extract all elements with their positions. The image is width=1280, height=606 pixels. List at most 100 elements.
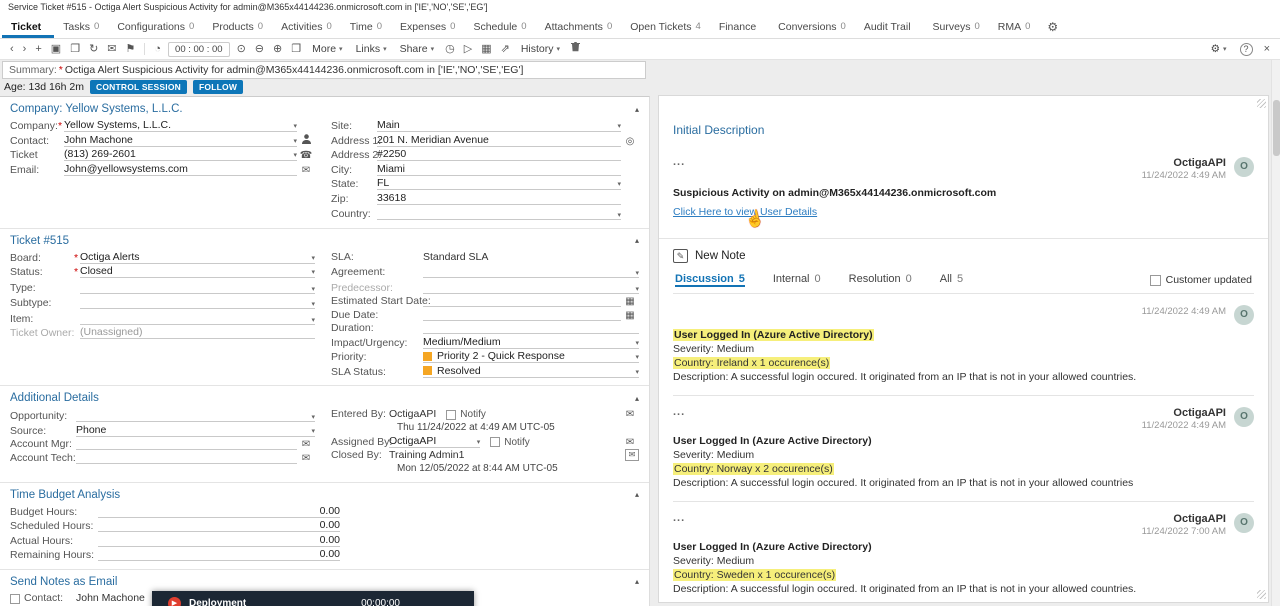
account-tech-input[interactable]	[76, 452, 297, 464]
copy-icon[interactable]: ❐	[287, 40, 305, 58]
links-dropdown[interactable]: Links▾	[350, 43, 393, 55]
follow-button[interactable]: FOLLOW	[193, 80, 243, 94]
close-icon[interactable]: ×	[1260, 40, 1274, 58]
address2-input[interactable]: #2250	[377, 148, 621, 161]
flag-icon[interactable]: ⚑	[122, 40, 140, 58]
site-select[interactable]: Main▾	[377, 119, 621, 132]
contact-select[interactable]: John Machone▾	[64, 134, 297, 147]
collapse-icon[interactable]: ▴	[635, 394, 639, 403]
item-select[interactable]: ▾	[80, 311, 315, 325]
timer-add-icon[interactable]: ⊕	[269, 40, 286, 58]
tab-conversions[interactable]: Conversions0	[769, 15, 855, 38]
source-select[interactable]: Phone▾	[76, 424, 315, 437]
more-dropdown[interactable]: More▾	[306, 43, 348, 55]
share-dropdown[interactable]: Share▾	[394, 43, 441, 55]
calendar-icon[interactable]: ▦	[621, 296, 639, 307]
envelope-icon[interactable]: ✉	[621, 409, 639, 420]
predecessor-select[interactable]: ▾	[423, 280, 639, 294]
tab-audit-trail[interactable]: Audit Trail	[855, 15, 924, 38]
collapse-icon[interactable]: ▴	[635, 577, 639, 586]
assigned-by-select[interactable]: OctigaAPI▾	[389, 435, 480, 448]
board-select[interactable]: Octiga Alerts▾	[80, 251, 315, 264]
note-menu[interactable]: ...	[673, 407, 685, 417]
calendar-icon[interactable]: ▦	[621, 310, 639, 321]
tab-products[interactable]: Products0	[203, 15, 272, 38]
forward-icon[interactable]: ›	[19, 40, 31, 58]
ticket-owner-input[interactable]: (Unassigned)	[80, 326, 315, 339]
collapse-icon[interactable]: ▴	[635, 105, 639, 114]
export-icon[interactable]: ⇗	[497, 40, 514, 58]
tab-expenses[interactable]: Expenses0	[391, 15, 464, 38]
priority-select[interactable]: Priority 2 - Quick Response▾	[423, 350, 639, 363]
envelope-boxed-icon[interactable]: ✉	[625, 449, 639, 461]
calendar-icon[interactable]: ▦	[477, 40, 495, 58]
add-icon[interactable]: +	[31, 40, 45, 58]
tab-settings-gear-icon[interactable]: ⚙	[1039, 15, 1066, 38]
opportunity-select[interactable]: ▾	[76, 408, 315, 422]
tab-open-tickets[interactable]: Open Tickets4	[621, 15, 710, 38]
timer-pause-icon[interactable]: ⊖	[251, 40, 268, 58]
address1-input[interactable]: 201 N. Meridian Avenue	[377, 134, 621, 147]
tab-all[interactable]: All5	[940, 273, 963, 287]
tab-ticket[interactable]: Ticket	[2, 15, 54, 38]
map-target-icon[interactable]: ◎	[621, 136, 639, 147]
entered-notify-checkbox[interactable]: Notify	[446, 409, 486, 420]
video-icon[interactable]: ▷	[460, 40, 476, 58]
type-select[interactable]: ▾	[80, 280, 315, 294]
assigned-notify-checkbox[interactable]: Notify	[490, 437, 530, 448]
deployment-timer-toast[interactable]: ▶ Deployment 00:00:00	[152, 591, 474, 606]
tab-finance[interactable]: Finance	[710, 15, 769, 38]
email-icon[interactable]: ✉	[103, 40, 120, 58]
sla-status-select[interactable]: Resolved▾	[423, 365, 639, 378]
state-select[interactable]: FL▾	[377, 177, 621, 190]
impact-urgency-select[interactable]: Medium/Medium▾	[423, 336, 639, 349]
envelope-icon[interactable]: ✉	[297, 165, 315, 176]
timer-start-icon[interactable]: ◔	[150, 40, 165, 58]
scheduled-hours-input[interactable]: 0.00	[98, 519, 340, 532]
tab-schedule[interactable]: Schedule0	[464, 15, 535, 38]
phone-icon[interactable]: ☎	[297, 150, 315, 161]
estimated-start-input[interactable]	[423, 295, 621, 307]
save-icon[interactable]: ▣	[47, 40, 65, 58]
delete-icon[interactable]	[567, 40, 584, 58]
customer-updated-checkbox[interactable]: Customer updated	[1150, 274, 1252, 286]
timer-stop-icon[interactable]: ⊙	[233, 40, 250, 58]
email-input[interactable]: John@yellowsystems.com	[64, 163, 297, 176]
save-close-icon[interactable]: ❐	[66, 40, 84, 58]
collapse-icon[interactable]: ▴	[635, 236, 639, 245]
account-mgr-input[interactable]	[76, 438, 297, 450]
resize-grip[interactable]	[1257, 99, 1266, 108]
note-menu[interactable]: ...	[673, 157, 685, 167]
tab-resolution[interactable]: Resolution0	[849, 273, 912, 287]
tab-time[interactable]: Time0	[341, 15, 391, 38]
contact-checkbox[interactable]	[10, 594, 20, 604]
tab-activities[interactable]: Activities0	[272, 15, 341, 38]
country-select[interactable]: ▾	[377, 206, 621, 220]
new-note-button[interactable]: ✎ New Note	[673, 249, 1254, 263]
duration-input[interactable]	[423, 322, 639, 334]
note-menu[interactable]: ...	[673, 513, 685, 523]
remaining-hours-input[interactable]: 0.00	[98, 548, 340, 561]
envelope-icon[interactable]: ✉	[621, 437, 639, 448]
contact-person-icon[interactable]	[297, 134, 315, 147]
tab-rma[interactable]: RMA0	[989, 15, 1040, 38]
budget-hours-input[interactable]: 0.00	[98, 505, 340, 518]
refresh-icon[interactable]: ↻	[85, 40, 102, 58]
envelope-icon[interactable]: ✉	[297, 439, 315, 450]
due-date-input[interactable]	[423, 309, 621, 321]
city-input[interactable]: Miami	[377, 163, 621, 176]
zip-input[interactable]: 33618	[377, 192, 621, 205]
tab-surveys[interactable]: Surveys0	[924, 15, 989, 38]
control-session-button[interactable]: CONTROL SESSION	[90, 80, 187, 94]
view-settings-dropdown[interactable]: ⚙▾	[1205, 43, 1233, 55]
tab-tasks[interactable]: Tasks0	[54, 15, 108, 38]
tab-discussion[interactable]: Discussion5	[675, 273, 745, 287]
tab-internal[interactable]: Internal0	[773, 273, 821, 287]
vertical-scrollbar[interactable]	[1271, 60, 1280, 606]
back-icon[interactable]: ‹	[6, 40, 18, 58]
actual-hours-input[interactable]: 0.00	[98, 534, 340, 547]
subtype-select[interactable]: ▾	[80, 295, 315, 309]
summary-input[interactable]: Octiga Alert Suspicious Activity for adm…	[65, 64, 524, 76]
scrollbar-thumb[interactable]	[1273, 100, 1280, 156]
agreement-select[interactable]: ▾	[423, 264, 639, 278]
